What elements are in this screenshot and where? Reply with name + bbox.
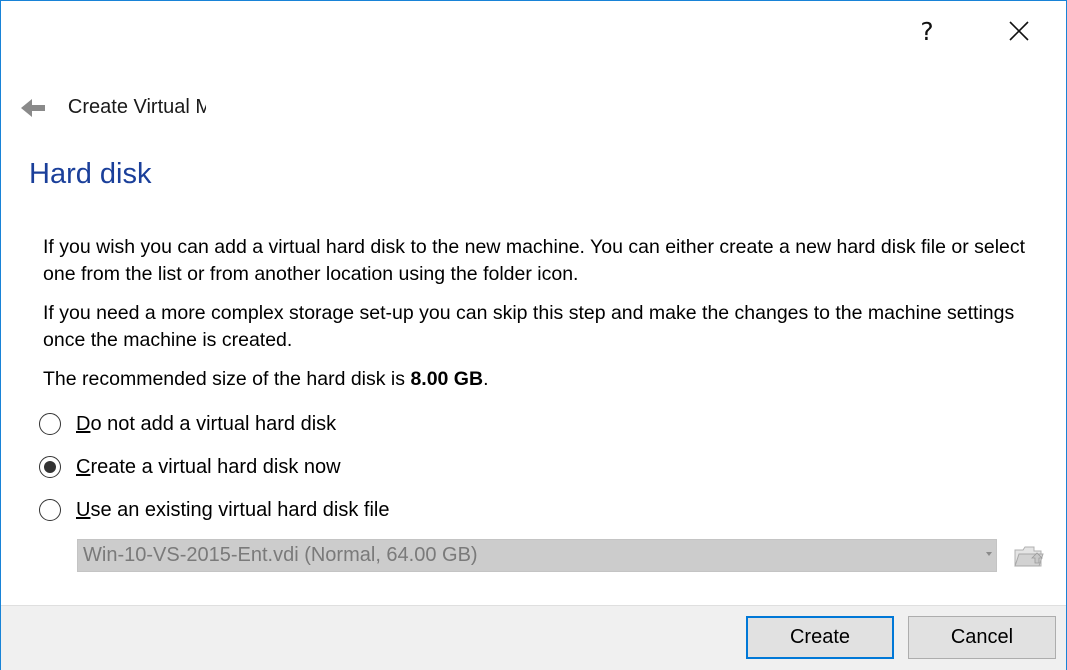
wizard-header: Create Virtual Machine (19, 91, 206, 125)
radio-selected-dot (44, 461, 56, 473)
radio-mnemonic: U (76, 498, 91, 521)
wizard-title: Create Virtual Machine (67, 96, 206, 118)
choose-disk-file-button[interactable] (1011, 539, 1045, 573)
radio-button[interactable] (39, 413, 61, 435)
dialog-footer: Create Cancel (1, 605, 1066, 670)
radio-create-disk[interactable]: Create a virtual hard disk now (39, 452, 341, 482)
radio-no-disk[interactable]: Do not add a virtual hard disk (39, 409, 336, 439)
radio-existing-disk[interactable]: Use an existing virtual hard disk file (39, 495, 390, 525)
description-paragraph-1: If you wish you can add a virtual hard d… (43, 236, 1026, 285)
back-arrow-icon (21, 99, 45, 117)
create-button[interactable]: Create (746, 616, 894, 659)
radio-label-rest: o not add a virtual hard disk (90, 412, 337, 435)
chevron-down-icon (986, 552, 992, 556)
existing-disk-select[interactable]: Win-10-VS-2015-Ent.vdi (Normal, 64.00 GB… (77, 539, 997, 572)
recommended-prefix: The recommended size of the hard disk is (43, 368, 411, 390)
help-label: ? (920, 16, 934, 46)
back-button[interactable] (19, 93, 49, 123)
radio-label-rest: reate a virtual hard disk now (90, 455, 341, 478)
recommended-suffix: . (483, 368, 489, 390)
folder-icon (1014, 546, 1044, 567)
radio-label: Do not add a virtual hard disk (76, 413, 336, 436)
recommended-size-value: 8.00 GB (410, 368, 484, 390)
radio-label-rest: se an existing virtual hard disk file (90, 498, 390, 521)
recommended-size-text: The recommended size of the hard disk is… (43, 366, 1053, 393)
radio-label: Create a virtual hard disk now (76, 456, 341, 479)
help-button[interactable]: ? (905, 9, 949, 53)
dialog-window: ? Create Virtual Machine Hard disk If yo… (0, 0, 1067, 670)
cancel-button[interactable]: Cancel (908, 616, 1056, 659)
close-icon (1009, 21, 1029, 41)
radio-button[interactable] (39, 456, 61, 478)
wizard-title-container: Create Virtual Machine (65, 91, 206, 125)
radio-button[interactable] (39, 499, 61, 521)
existing-disk-value: Win-10-VS-2015-Ent.vdi (Normal, 64.00 GB… (83, 544, 478, 566)
radio-label: Use an existing virtual hard disk file (76, 499, 390, 522)
description-paragraph-2: If you need a more complex storage set-u… (43, 302, 1015, 351)
page-title: Hard disk (29, 158, 152, 190)
radio-mnemonic: D (76, 412, 91, 435)
close-button[interactable] (997, 9, 1041, 53)
radio-mnemonic: C (76, 455, 91, 478)
